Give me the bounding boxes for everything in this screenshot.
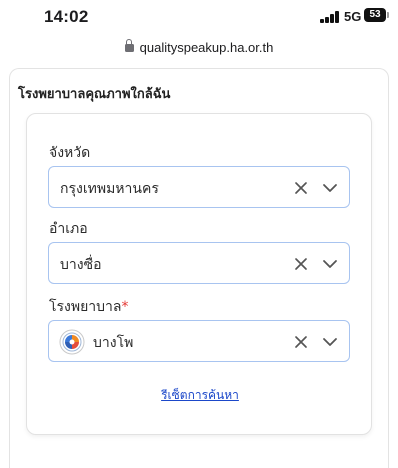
status-bar: 14:02 5G 53 bbox=[0, 0, 398, 34]
battery-icon: 53 bbox=[364, 8, 389, 22]
clear-icon[interactable] bbox=[291, 254, 311, 274]
hospital-logo-icon bbox=[59, 329, 85, 355]
status-time: 14:02 bbox=[44, 7, 89, 26]
section-title: โรงพยาบาลคุณภาพใกล้ฉัน bbox=[18, 87, 171, 102]
search-form-card: จังหวัด กรุงเทพมหานคร อำเภอ บางซื่อ โรงพ… bbox=[26, 113, 372, 435]
lock-icon bbox=[124, 39, 134, 52]
hospital-search-panel: โรงพยาบาลคุณภาพใกล้ฉัน จังหวัด กรุงเทพมห… bbox=[9, 68, 389, 468]
district-select[interactable]: บางซื่อ bbox=[48, 242, 350, 284]
required-mark: * bbox=[121, 299, 129, 315]
reset-search-link[interactable]: รีเซ็ตการค้นหา bbox=[27, 386, 373, 405]
district-value: บางซื่อ bbox=[60, 257, 102, 273]
district-label: อำเภอ bbox=[49, 221, 88, 237]
hospital-label-text: โรงพยาบาล bbox=[49, 299, 122, 315]
province-label: จังหวัด bbox=[49, 145, 91, 161]
battery-level: 53 bbox=[369, 9, 381, 20]
chevron-down-icon[interactable] bbox=[321, 333, 339, 351]
clear-icon[interactable] bbox=[291, 178, 311, 198]
url-text: qualityspeakup.ha.or.th bbox=[139, 39, 274, 55]
chevron-down-icon[interactable] bbox=[321, 255, 339, 273]
address-bar[interactable]: qualityspeakup.ha.or.th bbox=[0, 34, 398, 60]
chevron-down-icon[interactable] bbox=[321, 179, 339, 197]
hospital-label: โรงพยาบาล* bbox=[49, 296, 129, 318]
hospital-value: บางโพ bbox=[93, 335, 134, 351]
signal-icon bbox=[320, 11, 342, 23]
clear-icon[interactable] bbox=[291, 332, 311, 352]
network-type: 5G bbox=[344, 9, 362, 24]
hospital-select[interactable]: บางโพ bbox=[48, 320, 350, 362]
province-select[interactable]: กรุงเทพมหานคร bbox=[48, 166, 350, 208]
province-value: กรุงเทพมหานคร bbox=[60, 181, 159, 197]
